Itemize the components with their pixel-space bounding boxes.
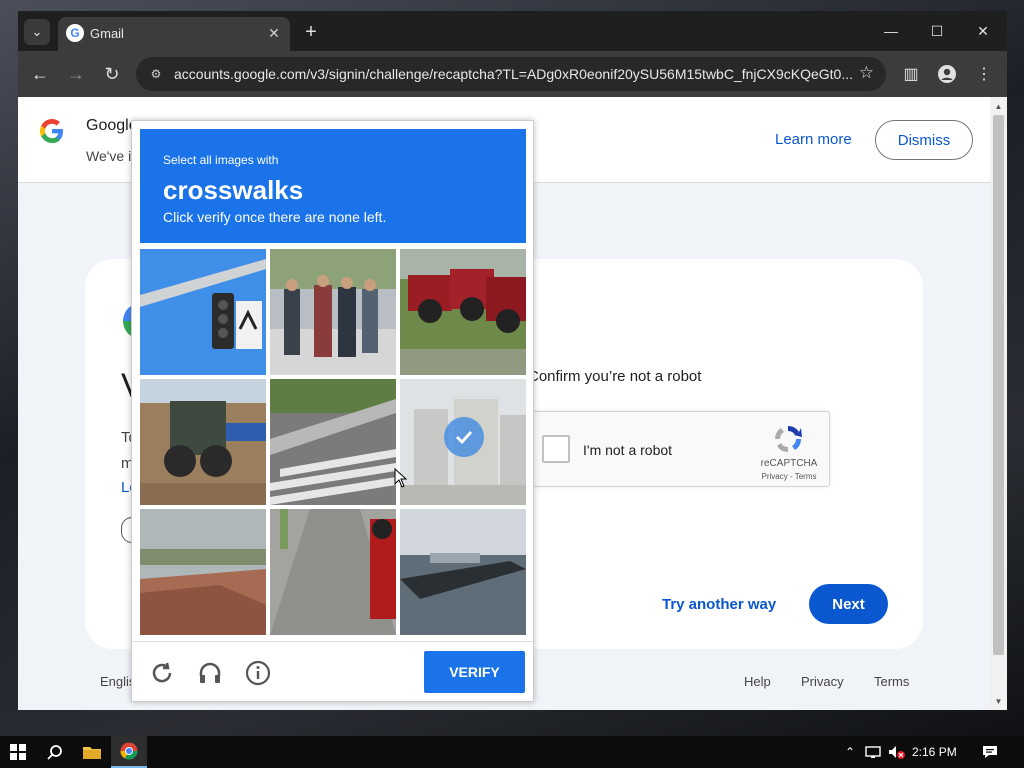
close-tab-button[interactable]: ✕ bbox=[264, 23, 284, 43]
scroll-down-icon[interactable]: ▼ bbox=[993, 695, 1004, 707]
folder-icon bbox=[83, 747, 101, 759]
reload-button[interactable]: ↻ bbox=[98, 60, 126, 88]
scroll-thumb[interactable] bbox=[993, 115, 1004, 655]
search-icon bbox=[47, 745, 62, 760]
tile-traffic-light[interactable] bbox=[140, 249, 266, 375]
recaptcha-logo-icon bbox=[774, 425, 802, 453]
try-another-way-link[interactable]: Try another way bbox=[662, 596, 776, 613]
audio-challenge-icon[interactable] bbox=[196, 659, 224, 687]
browser-toolbar: ← → ↻ ⚙ accounts.google.com/v3/signin/ch… bbox=[18, 51, 1007, 97]
banner-text: We've i bbox=[86, 148, 132, 164]
recaptcha-widget: I'm not a robot reCAPTCHA Privacy - Term… bbox=[530, 411, 830, 487]
chrome-icon bbox=[120, 742, 138, 760]
learn-more-link[interactable]: Learn more bbox=[775, 131, 852, 148]
check-icon bbox=[444, 417, 484, 457]
tab-gmail[interactable]: G Gmail ✕ bbox=[58, 17, 290, 51]
reload-icon: ↻ bbox=[104, 63, 120, 84]
close-icon: ✕ bbox=[268, 24, 280, 41]
google-favicon-icon: G bbox=[66, 24, 84, 42]
terms-link[interactable]: Terms bbox=[874, 674, 909, 689]
tile-tractor-field[interactable] bbox=[140, 379, 266, 505]
maximize-icon: ☐ bbox=[930, 22, 944, 39]
challenge-header: Select all images with crosswalks Click … bbox=[140, 129, 526, 243]
forward-button[interactable]: → bbox=[62, 60, 90, 88]
volume-muted-icon[interactable] bbox=[888, 736, 906, 768]
dismiss-button[interactable]: Dismiss bbox=[875, 120, 973, 160]
minimize-button[interactable]: — bbox=[868, 17, 914, 45]
new-tab-button[interactable]: + bbox=[298, 19, 324, 45]
mouse-cursor-icon bbox=[394, 468, 408, 488]
tab-search-button[interactable]: ⌄ bbox=[24, 19, 50, 45]
image-grid bbox=[140, 249, 526, 635]
banner-title: Google bbox=[86, 117, 138, 134]
tile-pedestrians[interactable] bbox=[270, 249, 396, 375]
recaptcha-challenge: Select all images with crosswalks Click … bbox=[131, 120, 534, 702]
arrow-left-icon: ← bbox=[31, 63, 49, 84]
verify-button[interactable]: VERIFY bbox=[424, 651, 525, 693]
back-button[interactable]: ← bbox=[26, 60, 54, 88]
address-bar[interactable]: ⚙ accounts.google.com/v3/signin/challeng… bbox=[136, 57, 886, 91]
challenge-instruction: Select all images with bbox=[163, 153, 279, 167]
site-info-icon[interactable]: ⚙ bbox=[146, 64, 166, 84]
search-button[interactable] bbox=[37, 736, 73, 768]
tray-expand-icon[interactable]: ⌃ bbox=[842, 736, 858, 768]
tile-red-tractors[interactable] bbox=[400, 249, 526, 375]
network-icon[interactable] bbox=[864, 736, 882, 768]
side-panel-icon[interactable]: ▥ bbox=[899, 62, 923, 86]
arrow-right-icon: → bbox=[67, 63, 85, 84]
url-text: accounts.google.com/v3/signin/challenge/… bbox=[174, 66, 853, 82]
challenge-divider bbox=[132, 641, 533, 642]
windows-icon bbox=[10, 744, 26, 760]
chrome-taskbar-button[interactable] bbox=[111, 736, 147, 768]
close-window-button[interactable]: ✕ bbox=[960, 17, 1006, 45]
profile-icon[interactable] bbox=[935, 62, 959, 86]
help-link[interactable]: Help bbox=[744, 674, 771, 689]
file-explorer-button[interactable] bbox=[74, 736, 110, 768]
menu-kebab-icon[interactable]: ⋮ bbox=[972, 62, 996, 86]
tab-title: Gmail bbox=[90, 26, 124, 41]
challenge-subinstruction: Click verify once there are none left. bbox=[163, 209, 387, 225]
taskbar: ⌃ 2:16 PM bbox=[0, 736, 1024, 768]
info-icon[interactable] bbox=[244, 659, 272, 687]
close-icon: ✕ bbox=[977, 22, 989, 39]
start-button[interactable] bbox=[0, 736, 36, 768]
tile-boat[interactable] bbox=[400, 509, 526, 635]
not-robot-checkbox[interactable] bbox=[542, 435, 570, 463]
plus-icon: + bbox=[305, 20, 317, 43]
tab-strip: ⌄ G Gmail ✕ + — ☐ ✕ bbox=[18, 11, 1007, 51]
notifications-icon[interactable] bbox=[980, 736, 1000, 768]
tile-sidewalk-motorcycle[interactable] bbox=[270, 509, 396, 635]
challenge-keyword: crosswalks bbox=[163, 175, 304, 205]
tile-rooftop[interactable] bbox=[140, 509, 266, 635]
tile-crosswalk[interactable] bbox=[270, 379, 396, 505]
clock[interactable]: 2:16 PM bbox=[912, 745, 957, 759]
not-robot-label: I'm not a robot bbox=[583, 442, 673, 458]
recaptcha-terms-link[interactable]: Privacy - Terms bbox=[755, 472, 823, 481]
confirm-robot-text: Confirm you’re not a robot bbox=[528, 368, 702, 385]
bookmark-star-icon[interactable]: ☆ bbox=[859, 63, 874, 83]
chevron-down-icon: ⌄ bbox=[31, 24, 43, 39]
scroll-up-icon[interactable]: ▲ bbox=[993, 100, 1004, 112]
page-scrollbar[interactable]: ▲ ▼ bbox=[990, 97, 1007, 710]
tile-building[interactable] bbox=[400, 379, 526, 505]
privacy-link[interactable]: Privacy bbox=[801, 674, 844, 689]
next-button[interactable]: Next bbox=[809, 584, 888, 624]
maximize-button[interactable]: ☐ bbox=[914, 17, 960, 45]
recaptcha-brand: reCAPTCHA bbox=[760, 458, 818, 469]
google-logo-icon bbox=[38, 117, 66, 152]
reload-challenge-icon[interactable] bbox=[148, 659, 176, 687]
minimize-icon: — bbox=[884, 23, 898, 39]
